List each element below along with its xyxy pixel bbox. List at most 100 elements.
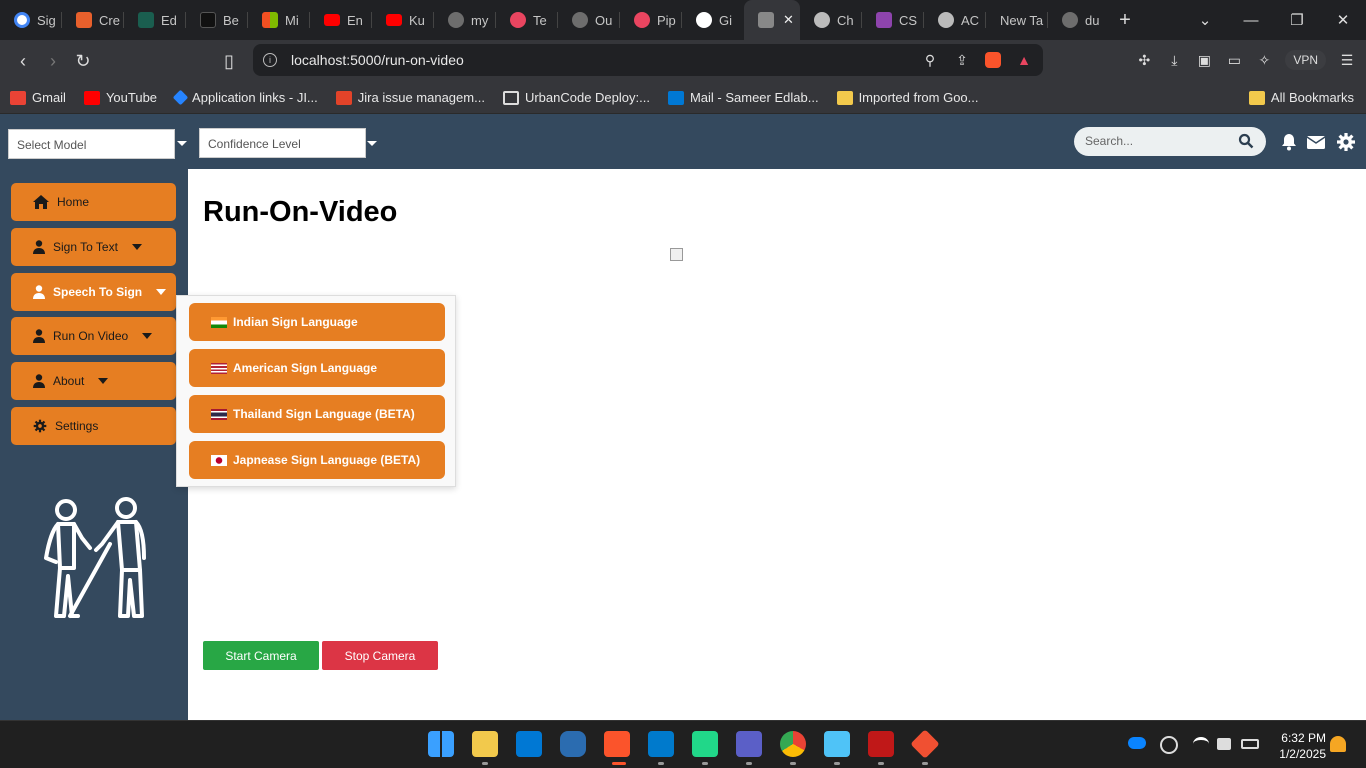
- bookmark-icon[interactable]: ▯: [214, 46, 244, 76]
- browser-tab-active[interactable]: ✕: [744, 0, 800, 40]
- git-icon[interactable]: [910, 729, 940, 759]
- bookmark-item[interactable]: Mail - Sameer Edlab...: [667, 90, 819, 105]
- share-icon[interactable]: ⇪: [953, 51, 971, 69]
- browser-tab[interactable]: Be: [186, 0, 248, 40]
- bookmark-item[interactable]: Application links - JI...: [172, 89, 318, 106]
- minimize-icon[interactable]: —: [1228, 12, 1274, 29]
- menu-icon[interactable]: ☰: [1338, 51, 1356, 69]
- browser-tab[interactable]: Mi: [248, 0, 310, 40]
- wifi-icon[interactable]: [1193, 737, 1209, 751]
- bookmark-item[interactable]: Gmail: [10, 90, 66, 105]
- menu-item-american-sign-language[interactable]: American Sign Language: [189, 349, 445, 387]
- gear-icon: [33, 419, 47, 433]
- leo-icon[interactable]: ✧: [1255, 51, 1273, 69]
- bookmark-item[interactable]: UrbanCode Deploy:...: [502, 90, 650, 105]
- address-bar[interactable]: i localhost:5000/run-on-video ⚲ ⇪ ▲: [253, 44, 1043, 76]
- video-feed-image: [670, 248, 683, 261]
- browser-tab[interactable]: CS: [862, 0, 924, 40]
- sidebar-item-about[interactable]: About: [11, 362, 176, 400]
- system-clock[interactable]: 6:32 PM 1/2/2025: [1279, 730, 1326, 762]
- brave-shield-icon[interactable]: [985, 52, 1001, 68]
- mail-icon[interactable]: [1306, 132, 1326, 152]
- reload-icon[interactable]: ↻: [68, 46, 98, 76]
- sign-language-logo: [44, 497, 146, 618]
- browser-tab[interactable]: Te: [496, 0, 558, 40]
- sidebar-item-home[interactable]: Home: [11, 183, 176, 221]
- bell-icon[interactable]: [1279, 132, 1299, 152]
- bookmark-folder[interactable]: Imported from Goo...: [836, 90, 979, 105]
- onedrive-icon[interactable]: [1128, 737, 1146, 749]
- bookmark-item[interactable]: YouTube: [83, 90, 157, 105]
- extensions-icon[interactable]: ✣: [1135, 51, 1153, 69]
- sidebar-item-speech-to-sign[interactable]: Speech To Sign: [11, 273, 176, 311]
- battery-icon[interactable]: [1241, 739, 1259, 749]
- browser-tab[interactable]: du: [1048, 0, 1110, 40]
- browser-tab[interactable]: Sig: [0, 0, 62, 40]
- brave-browser-icon[interactable]: [604, 731, 630, 757]
- sidebar-item-settings[interactable]: Settings: [11, 407, 176, 445]
- back-icon[interactable]: ‹: [8, 46, 38, 76]
- browser-tab[interactable]: AC: [924, 0, 986, 40]
- stop-camera-button[interactable]: Stop Camera: [322, 641, 438, 670]
- bookmark-item[interactable]: Jira issue managem...: [335, 90, 485, 105]
- close-tab-icon[interactable]: ✕: [783, 12, 794, 28]
- browser-tab[interactable]: Gi: [682, 0, 744, 40]
- sidebar-item-run-on-video[interactable]: Run On Video: [11, 317, 176, 355]
- notification-bell-icon[interactable]: [1330, 736, 1346, 752]
- sync-icon[interactable]: [1160, 736, 1178, 754]
- start-camera-button[interactable]: Start Camera: [203, 641, 319, 670]
- security-shield-icon[interactable]: [560, 731, 586, 757]
- menu-item-thailand-sign-language[interactable]: Thailand Sign Language (BETA): [189, 395, 445, 433]
- brave-rewards-icon[interactable]: ▲: [1015, 51, 1033, 69]
- gear-icon[interactable]: [1336, 132, 1356, 152]
- folder-icon: [1248, 90, 1265, 105]
- jira-icon: [172, 89, 189, 106]
- url-text[interactable]: localhost:5000/run-on-video: [291, 52, 464, 68]
- browser-tab[interactable]: my: [434, 0, 496, 40]
- volume-mute-icon[interactable]: [1217, 738, 1231, 750]
- browser-tab[interactable]: Pip: [620, 0, 682, 40]
- sidebar-icon[interactable]: ▣: [1195, 51, 1213, 69]
- menu-item-japanese-sign-language[interactable]: Japnease Sign Language (BETA): [189, 441, 445, 479]
- menu-item-indian-sign-language[interactable]: Indian Sign Language: [189, 303, 445, 341]
- outlook-icon[interactable]: [516, 731, 542, 757]
- browser-tab[interactable]: Ou: [558, 0, 620, 40]
- all-bookmarks-folder[interactable]: All Bookmarks: [1248, 90, 1354, 105]
- site-info-icon[interactable]: i: [263, 53, 277, 67]
- bot-icon: [634, 12, 650, 28]
- forward-icon[interactable]: ›: [38, 46, 68, 76]
- user-icon: [33, 240, 45, 254]
- zoom-icon[interactable]: ⚲: [921, 51, 939, 69]
- wallet-icon[interactable]: ▭: [1225, 51, 1243, 69]
- sidebar-item-sign-to-text[interactable]: Sign To Text: [11, 228, 176, 266]
- pycharm-icon[interactable]: [692, 731, 718, 757]
- chevron-down-icon[interactable]: [177, 141, 187, 146]
- new-tab-icon[interactable]: +: [1110, 0, 1140, 40]
- search-icon[interactable]: [1238, 133, 1254, 149]
- restore-icon[interactable]: ❐: [1274, 11, 1320, 29]
- browser-tab[interactable]: En: [310, 0, 372, 40]
- browser-tab[interactable]: Ch: [800, 0, 862, 40]
- chrome-icon[interactable]: [780, 731, 806, 757]
- model-select[interactable]: Select Model: [8, 129, 175, 159]
- browser-tab[interactable]: Ku: [372, 0, 434, 40]
- browser-tab[interactable]: Cre: [62, 0, 124, 40]
- file-explorer-icon[interactable]: [472, 731, 498, 757]
- teams-icon[interactable]: [736, 731, 762, 757]
- github-icon: [696, 12, 712, 28]
- user-icon: [33, 374, 45, 388]
- chevron-down-icon[interactable]: [367, 141, 377, 146]
- browser-tab[interactable]: Ed: [124, 0, 186, 40]
- vscode-icon[interactable]: [648, 731, 674, 757]
- confidence-select[interactable]: Confidence Level: [199, 128, 366, 158]
- tab-search-chevron-icon[interactable]: ⌄: [1182, 11, 1228, 29]
- windows-start-icon[interactable]: [428, 731, 454, 757]
- urbancode-icon: [502, 90, 519, 105]
- notepad-icon[interactable]: [824, 731, 850, 757]
- download-icon[interactable]: ⤓: [1165, 51, 1183, 69]
- vpn-button[interactable]: VPN: [1285, 50, 1326, 70]
- search-input[interactable]: Search...: [1074, 127, 1266, 156]
- close-window-icon[interactable]: ✕: [1320, 11, 1366, 29]
- mcafee-icon[interactable]: [868, 731, 894, 757]
- browser-tab[interactable]: New Ta: [986, 0, 1048, 40]
